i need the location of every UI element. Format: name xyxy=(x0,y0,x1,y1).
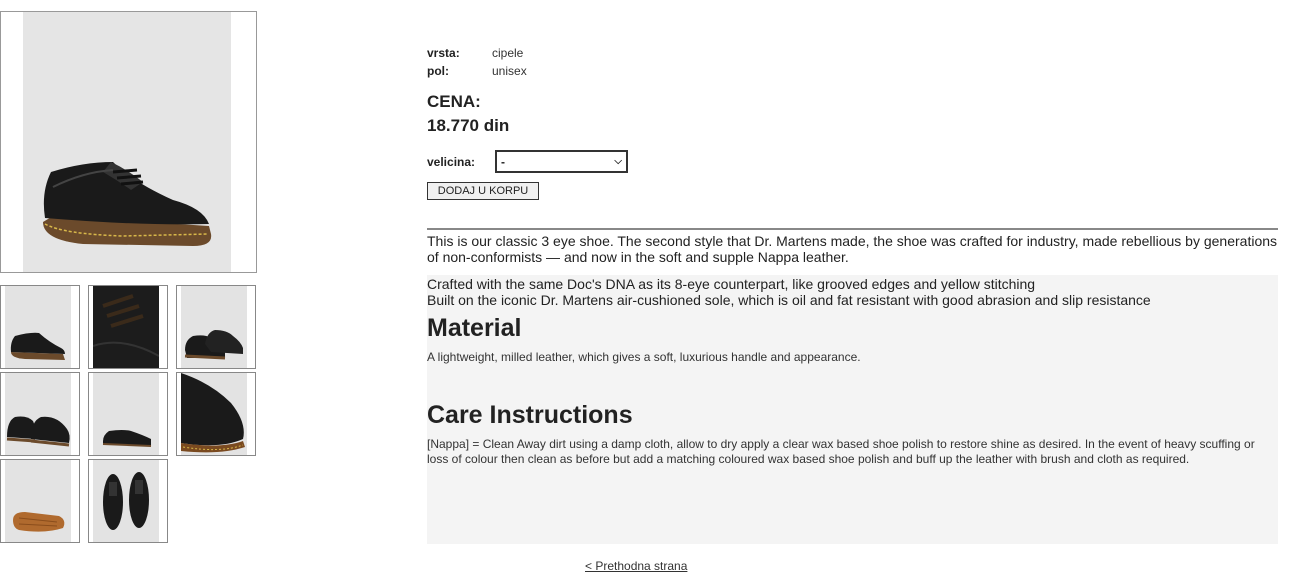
shoe-pair-front-thumb-icon xyxy=(6,416,70,447)
add-to-cart-button[interactable]: DODAJ U KORPU xyxy=(427,182,539,200)
thumbnail-6[interactable] xyxy=(176,372,256,456)
care-text: [Nappa] = Clean Away dirt using a damp c… xyxy=(427,437,1255,466)
size-row: velicina: - ⌵ xyxy=(427,150,1278,173)
price-value: 18.770 din xyxy=(427,116,510,135)
shoe-sole-thumb-icon xyxy=(13,512,65,532)
thumbnail-1[interactable] xyxy=(0,285,80,369)
feature-item: Built on the iconic Dr. Martens air-cush… xyxy=(427,292,1151,308)
previous-page-link[interactable]: < Prethodna strana xyxy=(585,559,687,573)
shoe-top-view-thumb-icon xyxy=(103,472,149,530)
thumbnail-3[interactable] xyxy=(176,285,256,369)
shoe-side-thumb-icon xyxy=(10,332,65,360)
material-heading: Material xyxy=(427,314,522,342)
price-label: CENA: xyxy=(427,92,481,111)
thumbnail-2[interactable] xyxy=(88,285,168,369)
thumbnail-8[interactable] xyxy=(88,459,168,543)
shoe-image xyxy=(43,162,212,246)
attribute-label: vrsta: xyxy=(427,46,460,60)
size-selected-value: - xyxy=(501,154,505,169)
description-intro: This is our classic 3 eye shoe. The seco… xyxy=(427,230,1278,265)
shoe-small-side-thumb-icon xyxy=(102,430,152,447)
size-label: velicina: xyxy=(427,154,476,169)
care-heading: Care Instructions xyxy=(427,401,633,429)
chevron-down-icon: ⌵ xyxy=(614,156,622,167)
material-text: A lightweight, milled leather, which giv… xyxy=(427,350,861,364)
thumbnail-4[interactable] xyxy=(0,372,80,456)
thumbnail-7[interactable] xyxy=(0,459,80,543)
attribute-type: vrsta: cipele xyxy=(427,46,1278,64)
shoe-pair-thumb-icon xyxy=(184,330,243,360)
size-select[interactable]: - ⌵ xyxy=(495,150,628,173)
main-product-image[interactable] xyxy=(0,11,257,273)
thumbnail-5[interactable] xyxy=(88,372,168,456)
shoe-closeup-thumb-icon xyxy=(93,286,159,368)
feature-item: Crafted with the same Doc's DNA as its 8… xyxy=(427,276,1036,292)
attribute-value: unisex xyxy=(492,64,527,78)
shoe-toe-closeup-thumb-icon xyxy=(181,373,245,453)
attribute-gender: pol: unisex xyxy=(427,64,1278,82)
product-info: vrsta: cipele pol: unisex CENA: 18.770 d… xyxy=(427,46,1278,200)
attribute-value: cipele xyxy=(492,46,524,60)
description-details: Crafted with the same Doc's DNA as its 8… xyxy=(427,275,1278,544)
product-description: This is our classic 3 eye shoe. The seco… xyxy=(427,228,1278,544)
product-page: vrsta: cipele pol: unisex CENA: 18.770 d… xyxy=(0,0,1293,583)
attribute-label: pol: xyxy=(427,64,449,78)
